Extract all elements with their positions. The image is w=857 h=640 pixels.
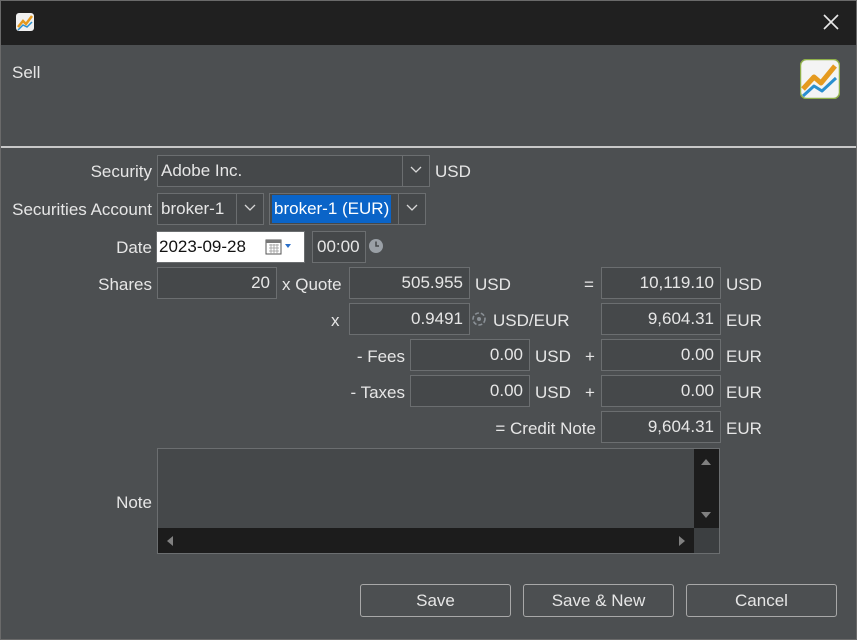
dialog-title: Sell	[12, 63, 41, 82]
time-field[interactable]: 00:00	[312, 231, 366, 263]
security-currency: USD	[435, 162, 471, 181]
clock-icon[interactable]	[368, 238, 384, 254]
header-separator	[1, 146, 856, 148]
cancel-button[interactable]: Cancel	[686, 584, 837, 617]
date-value: 2023-09-28	[159, 237, 246, 256]
cash-account-value: broker-1 (EUR)	[272, 195, 392, 223]
converted-currency: EUR	[726, 311, 762, 330]
equals-sign: =	[584, 275, 594, 294]
scroll-up-arrow-icon[interactable]	[700, 458, 712, 466]
multiply-sign: x	[331, 311, 340, 330]
exchange-rate-icon[interactable]	[472, 312, 486, 326]
save-button[interactable]: Save	[360, 584, 511, 617]
taxes-converted-input[interactable]: 0.00	[601, 375, 721, 407]
security-value: Adobe Inc.	[161, 161, 243, 180]
sell-dialog: Sell Security Adobe Inc. USD Securities …	[0, 0, 857, 640]
shares-input[interactable]: 20	[157, 267, 277, 299]
fees-currency: USD	[535, 347, 571, 366]
horizontal-scrollbar[interactable]	[158, 528, 694, 553]
fees-plus: +	[585, 347, 595, 366]
converted-value-input[interactable]: 9,604.31	[601, 303, 721, 335]
close-icon[interactable]	[820, 11, 842, 33]
quote-currency: USD	[475, 275, 511, 294]
security-select[interactable]: Adobe Inc.	[157, 155, 430, 187]
date-label: Date	[116, 238, 152, 257]
fees-input[interactable]: 0.00	[410, 339, 530, 371]
credit-note-label: = Credit Note	[495, 419, 596, 438]
taxes-label: - Taxes	[350, 383, 406, 402]
save-and-new-button[interactable]: Save & New	[523, 584, 674, 617]
calendar-icon[interactable]	[265, 239, 297, 255]
chevron-down-icon[interactable]	[236, 194, 263, 224]
fees-converted-input[interactable]: 0.00	[601, 339, 721, 371]
quote-input[interactable]: 505.955	[349, 267, 470, 299]
credit-note-currency: EUR	[726, 419, 762, 438]
taxes-currency: USD	[535, 383, 571, 402]
security-label: Security	[90, 162, 152, 181]
title-bar	[1, 1, 856, 45]
securities-account-select[interactable]: broker-1	[157, 193, 264, 225]
gross-currency: USD	[726, 275, 762, 294]
credit-note-input[interactable]: 9,604.31	[601, 411, 721, 443]
securities-account-label: Securities Account	[12, 200, 152, 219]
cash-account-select[interactable]: broker-1 (EUR)	[269, 193, 426, 225]
quote-label: x Quote	[282, 275, 342, 294]
fees-converted-currency: EUR	[726, 347, 762, 366]
taxes-plus: +	[585, 383, 595, 402]
chevron-down-icon[interactable]	[398, 194, 425, 224]
exchange-rate-input[interactable]: 0.9491	[349, 303, 470, 335]
vertical-scrollbar[interactable]	[694, 449, 719, 529]
taxes-converted-currency: EUR	[726, 383, 762, 402]
dialog-header: Sell	[1, 45, 856, 147]
exchange-pair: USD/EUR	[493, 311, 570, 330]
securities-account-value: broker-1	[161, 199, 225, 218]
scroll-left-arrow-icon[interactable]	[166, 535, 174, 547]
chevron-down-icon[interactable]	[402, 156, 429, 186]
note-label: Note	[116, 493, 152, 512]
fees-label: - Fees	[356, 347, 405, 366]
app-chart-icon	[16, 13, 34, 31]
scroll-down-arrow-icon[interactable]	[700, 511, 712, 519]
shares-label: Shares	[98, 275, 152, 294]
taxes-input[interactable]: 0.00	[410, 375, 530, 407]
gross-value-input[interactable]: 10,119.10	[601, 267, 721, 299]
scrollbar-corner	[694, 528, 719, 553]
scroll-right-arrow-icon[interactable]	[678, 535, 686, 547]
date-field[interactable]: 2023-09-28	[156, 231, 305, 263]
note-textarea[interactable]	[157, 448, 720, 554]
portfolio-logo-icon	[800, 59, 840, 99]
